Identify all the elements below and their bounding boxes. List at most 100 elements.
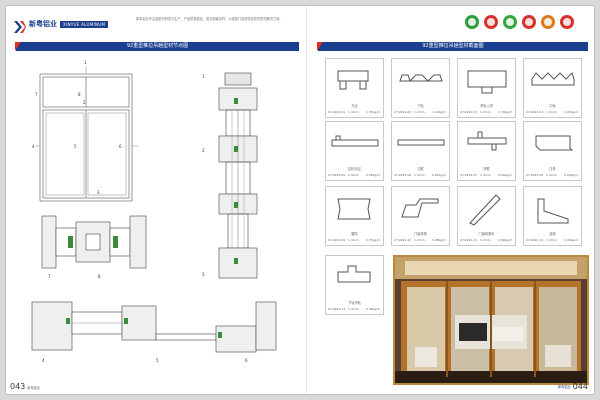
profile-weight: 0.24kg/m bbox=[564, 173, 579, 177]
detail-callout-7: 7 bbox=[48, 274, 51, 279]
catalog-spread: 新粤铝业 XINYUE ALUMINUM 新粤铝业专注铝型材研发与生产，产品质量… bbox=[6, 6, 594, 394]
profile-code: XY-9292-08 bbox=[526, 173, 544, 177]
right-page-label: 新粤铝业 bbox=[557, 385, 571, 389]
profile-name: 拼框 bbox=[483, 167, 490, 171]
profile-thickness: 1.4mm bbox=[348, 110, 359, 114]
profile-weight: 0.71kg/m bbox=[366, 238, 381, 242]
profile-weight: 0.69kg/m bbox=[498, 238, 513, 242]
section-callout-numbers: 1 2 3 bbox=[202, 74, 205, 277]
profile-section-icon bbox=[337, 70, 369, 90]
profile-weight: 1.79kg/m bbox=[498, 110, 513, 114]
profile-card: 挂钩 XY-9292-12 1.4mm 0.43kg/m bbox=[523, 186, 582, 246]
profile-name: 门窗转角 bbox=[414, 232, 427, 236]
left-page-label: 新粤铝业 bbox=[27, 386, 41, 390]
profile-code: XY-9292-13 bbox=[328, 307, 346, 311]
profile-code: XY-9292-02 bbox=[394, 110, 412, 114]
profile-section-icon bbox=[397, 139, 445, 146]
callout-5: 5 bbox=[74, 144, 77, 149]
profile-weight: 0.90kg/m bbox=[498, 173, 513, 177]
profile-thickness: 1.4mm bbox=[414, 173, 425, 177]
profile-name: 下轨滑轨 bbox=[348, 301, 361, 305]
certification-badge-icon bbox=[522, 15, 536, 29]
left-page-number: 043 bbox=[10, 382, 26, 391]
callout-4: 4 bbox=[32, 144, 35, 149]
profile-thickness: 1.4mm bbox=[546, 238, 557, 242]
profile-section-icon bbox=[401, 198, 439, 218]
profile-weight: 1.12kg/m bbox=[432, 110, 447, 114]
bottom-callout-4: 4 bbox=[42, 358, 45, 363]
profile-weight: 0.56kg/m bbox=[366, 173, 381, 177]
profile-thickness: 1.4mm bbox=[546, 173, 557, 177]
certification-badge-icon bbox=[465, 15, 479, 29]
profile-card: 中轨 XY-9292-04 1.4mm 1.05kg/m bbox=[523, 58, 582, 118]
certification-badge-icon bbox=[560, 15, 574, 29]
profile-section-icon bbox=[337, 198, 371, 220]
profile-thickness: 1.4mm bbox=[480, 110, 491, 114]
section-callout-1: 1 bbox=[202, 74, 205, 79]
profile-weight: 0.43kg/m bbox=[564, 238, 579, 242]
profile-weight: 0.81kg/m bbox=[432, 173, 447, 177]
profile-thickness: 1.4mm bbox=[480, 173, 491, 177]
profile-code: XY-9292-03 bbox=[460, 110, 478, 114]
profile-card: 拼框 XY-9292-07 1.4mm 0.90kg/m bbox=[457, 121, 516, 181]
certification-badge-icon bbox=[541, 15, 555, 29]
horizontal-detail bbox=[41, 215, 147, 269]
right-page-footer: 新粤铝业 044 bbox=[558, 382, 588, 391]
profile-card: 门窗转角 XY-9292-10 1.4mm 0.98kg/m bbox=[391, 186, 450, 246]
profile-card: 边框 XY-9292-06 1.4mm 0.81kg/m bbox=[391, 121, 450, 181]
section-callout-3: 3 bbox=[202, 272, 205, 277]
profile-name: 下轨 bbox=[417, 104, 424, 108]
profile-weight: 1.35kg/m bbox=[366, 110, 381, 114]
section-gaskets bbox=[234, 98, 238, 264]
window-callout-numbers: 1 2 3 4 5 6 7 8 bbox=[32, 60, 122, 195]
profile-section-icon bbox=[531, 72, 575, 86]
profile-card: 腰枋 XY-9292-09 1.4mm 0.71kg/m bbox=[325, 186, 384, 246]
profile-name: 吊轨上滑 bbox=[480, 104, 493, 108]
profile-code: XY-9292-04 bbox=[526, 110, 544, 114]
profile-section-icon bbox=[535, 135, 574, 151]
profile-code: XY-9292-12 bbox=[526, 238, 544, 242]
callout-6: 6 bbox=[119, 144, 122, 149]
profile-card: 吊轨上滑 XY-9292-03 1.4mm 1.79kg/m bbox=[457, 58, 516, 118]
profile-thickness: 1.4mm bbox=[414, 238, 425, 242]
profile-code: XY-9292-11 bbox=[460, 238, 478, 242]
profile-code: XY-9292-07 bbox=[460, 173, 478, 177]
detail-callout-numbers: 7 8 bbox=[48, 274, 101, 279]
certification-badges bbox=[465, 15, 574, 29]
profile-section-icon bbox=[331, 135, 379, 147]
callout-8: 8 bbox=[78, 92, 81, 97]
bottom-callout-5: 5 bbox=[156, 358, 159, 363]
certification-badge-icon bbox=[503, 15, 517, 29]
bottom-callout-6: 6 bbox=[245, 358, 248, 363]
profile-thickness: 1.4mm bbox=[348, 238, 359, 242]
detail-callout-8: 8 bbox=[98, 274, 101, 279]
bottom-section bbox=[31, 301, 277, 353]
callout-2: 2 bbox=[83, 100, 86, 105]
profile-name: 压条 bbox=[549, 167, 556, 171]
profile-name: 门窗转角料 bbox=[478, 232, 495, 236]
profile-name: 边封/勾企 bbox=[347, 167, 362, 171]
callout-1: 1 bbox=[84, 60, 87, 65]
profile-thickness: 1.4mm bbox=[348, 307, 359, 311]
profile-weight: 0.46kg/m bbox=[366, 307, 381, 311]
profile-thickness: 1.4mm bbox=[348, 173, 359, 177]
profile-card: 下轨 XY-9292-02 1.4mm 1.12kg/m bbox=[391, 58, 450, 118]
right-page-number: 044 bbox=[572, 382, 588, 391]
profile-card: 压条 XY-9292-08 1.4mm 0.24kg/m bbox=[523, 121, 582, 181]
profile-name: 中轨 bbox=[549, 104, 556, 108]
profile-section-icon bbox=[467, 131, 507, 151]
profile-card: 边封/勾企 XY-9292-05 1.4mm 0.56kg/m bbox=[325, 121, 384, 181]
interior-photo bbox=[393, 255, 589, 385]
right-page-title: 92重型推拉吊趟型材截面图 bbox=[317, 42, 588, 51]
window-elevation bbox=[36, 66, 138, 202]
profile-card: 门窗转角料 XY-9292-11 1.4mm 0.69kg/m bbox=[457, 186, 516, 246]
profile-weight: 1.05kg/m bbox=[564, 110, 579, 114]
profile-card: 下轨滑轨 XY-9292-13 1.4mm 0.46kg/m bbox=[325, 255, 384, 315]
profile-code: XY-9292-01 bbox=[328, 110, 346, 114]
profile-code: XY-9292-06 bbox=[394, 173, 412, 177]
profile-thickness: 1.4mm bbox=[414, 110, 425, 114]
bottom-callout-numbers: 4 5 6 bbox=[42, 358, 248, 363]
profile-card: 光企 XY-9292-01 1.4mm 1.35kg/m bbox=[325, 58, 384, 118]
callout-3: 3 bbox=[97, 190, 100, 195]
profile-section-icon bbox=[467, 70, 507, 94]
